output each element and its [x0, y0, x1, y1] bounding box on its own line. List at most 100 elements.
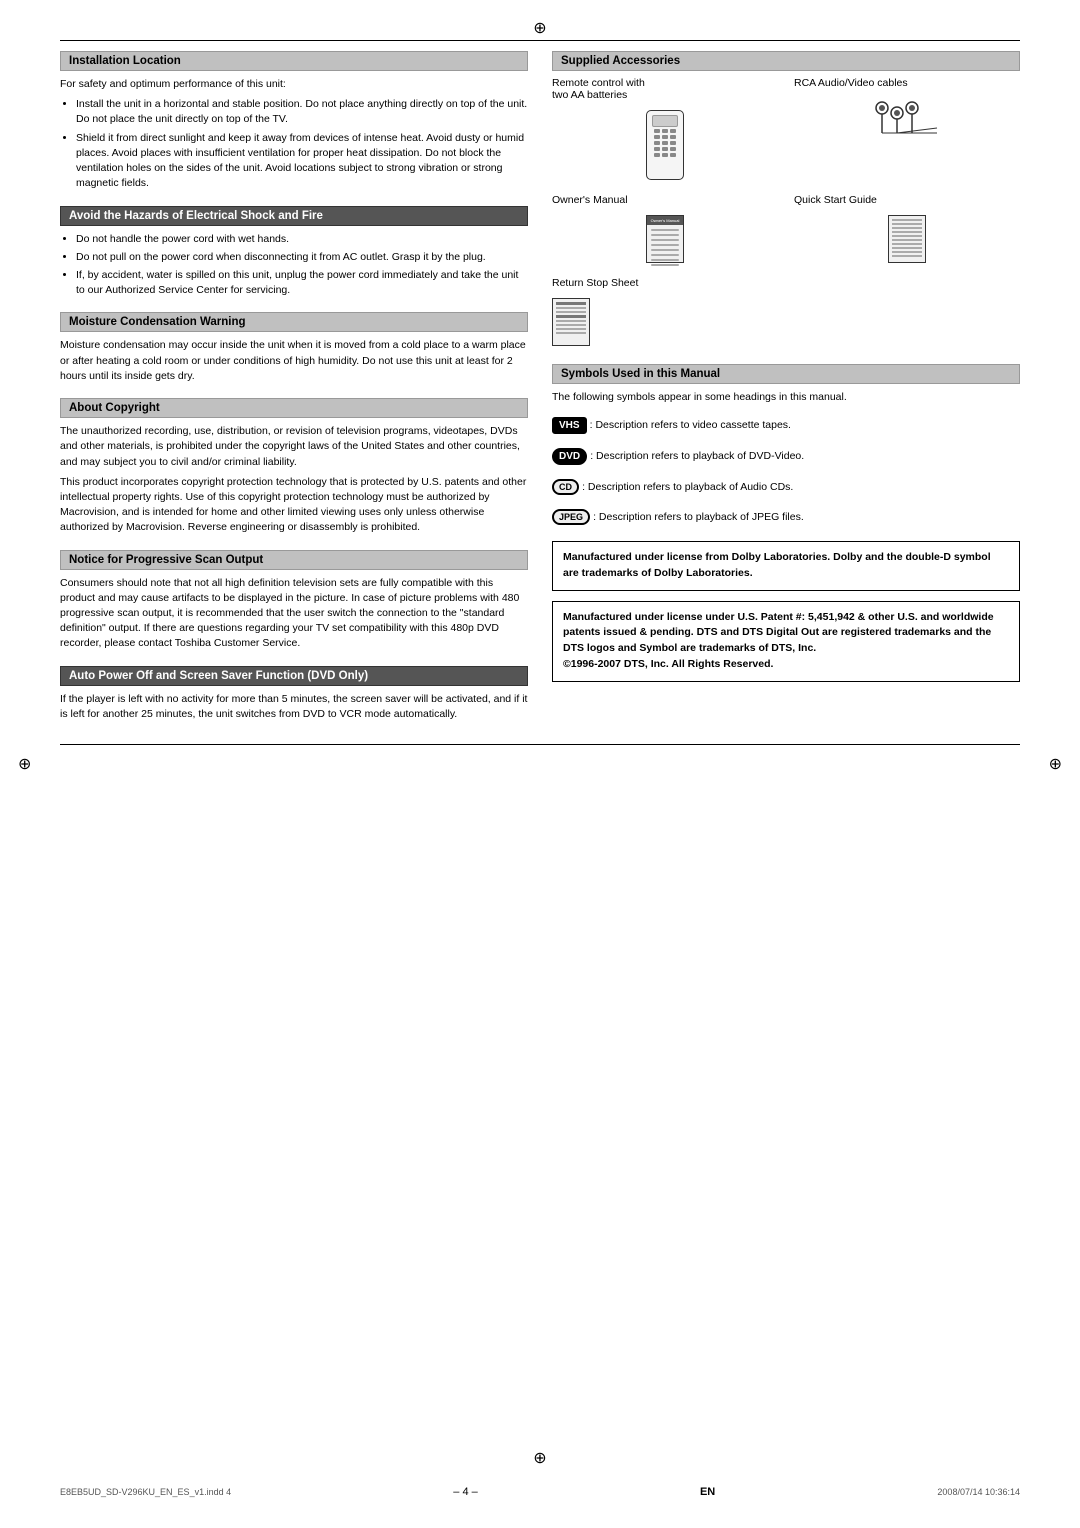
moisture-section: Moisture Condensation Warning Moisture c…: [60, 312, 528, 384]
supplied-accessories-header: Supplied Accessories: [552, 51, 1020, 71]
dts-notice-text: Manufactured under license under U.S. Pa…: [563, 610, 1009, 673]
right-registration-mark: ⊕: [1049, 754, 1062, 774]
stopsheet-line: [556, 320, 586, 322]
manual-line: [651, 264, 679, 266]
left-column: Installation Location For safety and opt…: [60, 51, 528, 736]
avoid-hazards-header: Avoid the Hazards of Electrical Shock an…: [60, 206, 528, 226]
remote-dot: [670, 147, 676, 151]
manual-line: [651, 234, 679, 236]
manual-line: [651, 229, 679, 231]
accessories-grid: Remote control withtwo AA batteries: [552, 77, 1020, 350]
guide-line: [892, 255, 922, 257]
hazard-bullet-3: If, by accident, water is spilled on thi…: [76, 268, 528, 298]
supplied-accessories-section: Supplied Accessories Remote control with…: [552, 51, 1020, 350]
guide-line: [892, 227, 922, 229]
vhs-symbol-row: VHS : Description refers to video casset…: [552, 413, 1020, 436]
guide-image: [888, 215, 926, 263]
remote-dot: [662, 153, 668, 157]
remote-dot: [670, 135, 676, 139]
hazard-bullet-1: Do not handle the power cord with wet ha…: [76, 232, 528, 247]
jpeg-badge: JPEG: [552, 509, 590, 525]
stopsheet-accessory: Return Stop Sheet: [552, 277, 1020, 350]
stopsheet-label: Return Stop Sheet: [552, 277, 1020, 289]
progressive-scan-header: Notice for Progressive Scan Output: [60, 550, 528, 570]
stopsheet-line: [556, 307, 586, 309]
remote-dot: [654, 141, 660, 145]
manual-label: Owner's Manual: [552, 194, 778, 206]
top-registration-mark: ⊕: [533, 18, 546, 38]
stopsheet-thick-line: [556, 315, 586, 318]
rca-label: RCA Audio/Video cables: [794, 77, 1020, 89]
remote-dot: [670, 129, 676, 133]
copyright-header: About Copyright: [60, 398, 528, 418]
remote-dot: [670, 141, 676, 145]
page-lang: EN: [700, 1486, 715, 1498]
remote-dot: [654, 147, 660, 151]
vhs-badge: VHS: [552, 417, 587, 434]
bottom-registration-mark: ⊕: [533, 1448, 546, 1468]
installation-location-section: Installation Location For safety and opt…: [60, 51, 528, 192]
symbols-intro: The following symbols appear in some hea…: [552, 390, 1020, 405]
cd-badge: CD: [552, 479, 579, 495]
remote-drawing: [646, 110, 684, 180]
installation-list: Install the unit in a horizontal and sta…: [76, 97, 528, 191]
dolby-notice-text: Manufactured under license from Dolby La…: [563, 550, 1009, 582]
remote-label: Remote control withtwo AA batteries: [552, 77, 778, 101]
stopsheet-line: [556, 311, 586, 313]
guide-line: [892, 251, 922, 253]
guide-line: [892, 239, 922, 241]
manual-accessory: Owner's Manual: [552, 194, 778, 267]
right-column: Supplied Accessories Remote control with…: [552, 51, 1020, 736]
installation-intro: For safety and optimum performance of th…: [60, 77, 528, 92]
symbols-section: Symbols Used in this Manual The followin…: [552, 364, 1020, 527]
installation-location-header: Installation Location: [60, 51, 528, 71]
moisture-text: Moisture condensation may occur inside t…: [60, 338, 528, 384]
remote-dot: [654, 135, 660, 139]
avoid-hazards-section: Avoid the Hazards of Electrical Shock an…: [60, 206, 528, 299]
guide-line: [892, 219, 922, 221]
copyright-section: About Copyright The unauthorized recordi…: [60, 398, 528, 536]
remote-dot: [654, 129, 660, 133]
cd-symbol-row: CD : Description refers to playback of A…: [552, 475, 1020, 497]
remote-dot: [662, 141, 668, 145]
manual-line: [651, 259, 679, 261]
dts-notice-box: Manufactured under license under U.S. Pa…: [552, 601, 1020, 682]
moisture-header: Moisture Condensation Warning: [60, 312, 528, 332]
stopsheet-image: [552, 298, 590, 346]
manual-line: [651, 239, 679, 241]
manual-line: [651, 244, 679, 246]
dvd-description: : Description refers to playback of DVD-…: [590, 450, 804, 462]
remote-dot: [670, 153, 676, 157]
page-number: – 4 –: [453, 1486, 477, 1498]
dvd-symbol-row: DVD : Description refers to playback of …: [552, 444, 1020, 467]
copyright-para-2: This product incorporates copyright prot…: [60, 475, 528, 536]
page: ⊕ ⊕ ⊕ Installation Location For safety a…: [0, 0, 1080, 1528]
dolby-notice-box: Manufactured under license from Dolby La…: [552, 541, 1020, 591]
manual-line: [651, 249, 679, 251]
auto-power-section: Auto Power Off and Screen Saver Function…: [60, 666, 528, 722]
vhs-description: : Description refers to video cassette t…: [590, 419, 791, 431]
footer-date: 2008/07/14 10:36:14: [937, 1487, 1020, 1497]
left-registration-mark: ⊕: [18, 754, 31, 774]
remote-image: [646, 110, 684, 180]
cd-description: : Description refers to playback of Audi…: [582, 481, 793, 493]
progressive-scan-text: Consumers should note that not all high …: [60, 576, 528, 652]
rca-drawing: [872, 98, 942, 138]
symbols-header: Symbols Used in this Manual: [552, 364, 1020, 384]
guide-line: [892, 247, 922, 249]
jpeg-symbol-row: JPEG : Description refers to playback of…: [552, 505, 1020, 527]
guide-line: [892, 235, 922, 237]
stopsheet-line: [556, 332, 586, 334]
auto-power-header: Auto Power Off and Screen Saver Function…: [60, 666, 528, 686]
dvd-badge: DVD: [552, 448, 587, 465]
stopsheet-thick-line: [556, 302, 586, 305]
remote-accessory: Remote control withtwo AA batteries: [552, 77, 778, 184]
progressive-scan-section: Notice for Progressive Scan Output Consu…: [60, 550, 528, 652]
stopsheet-drawing: [552, 298, 590, 346]
remote-dot: [662, 135, 668, 139]
guide-line: [892, 231, 922, 233]
installation-bullet-1: Install the unit in a horizontal and sta…: [76, 97, 528, 127]
footer-filename: E8EB5UD_SD-V296KU_EN_ES_v1.indd 4: [60, 1487, 231, 1497]
stopsheet-line: [556, 328, 586, 330]
guide-line: [892, 223, 922, 225]
